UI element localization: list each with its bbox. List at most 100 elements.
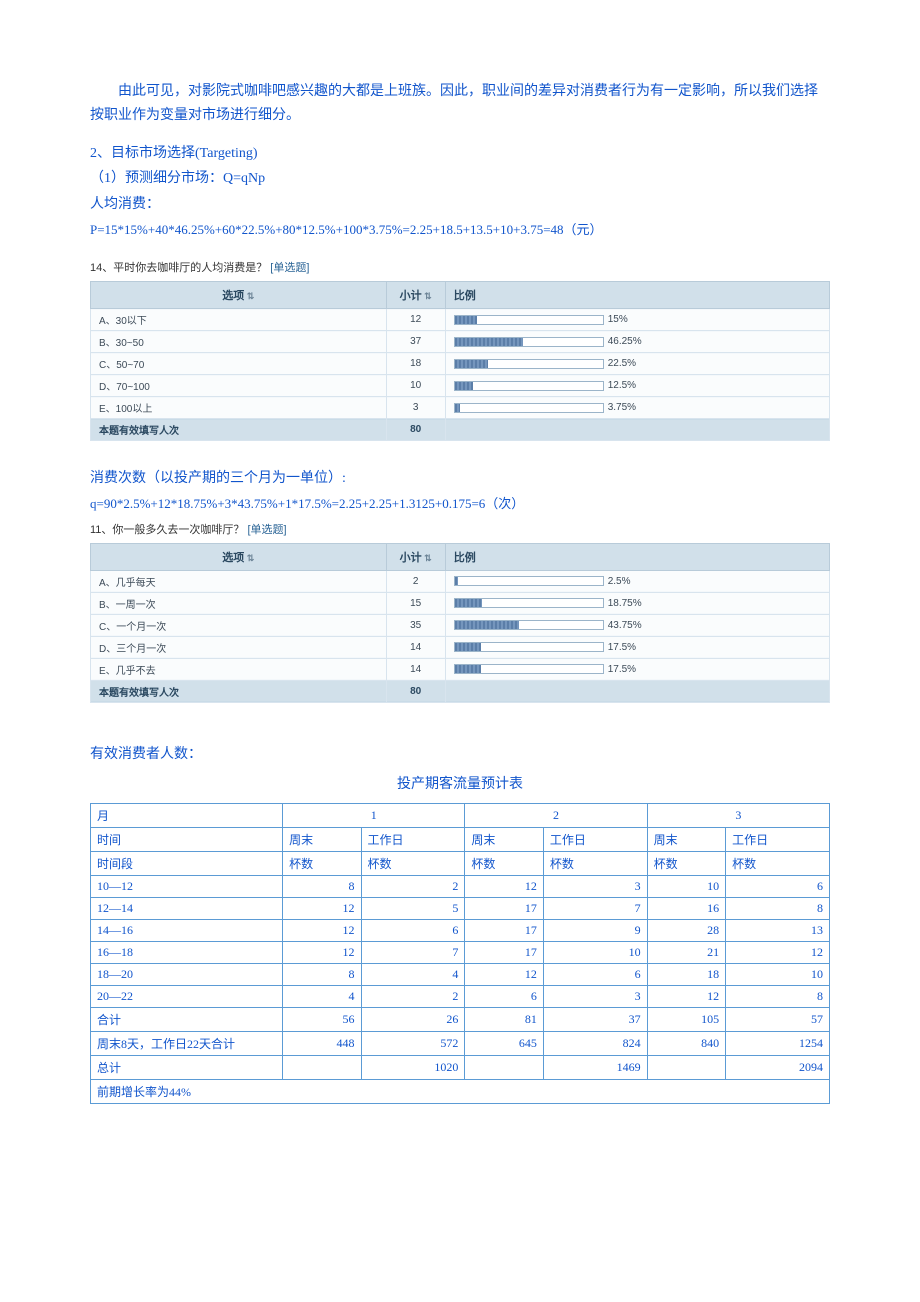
footer-blank bbox=[445, 680, 829, 702]
bar-outer bbox=[454, 598, 604, 608]
survey-row: C、一个月一次 35 43.75% bbox=[91, 614, 830, 636]
cups-cell: 3 bbox=[543, 985, 647, 1007]
survey-11-title: 11、你一般多久去一次咖啡厅？ [单选题] bbox=[90, 521, 830, 537]
cups: 杯数 bbox=[543, 851, 647, 875]
exp-val: 824 bbox=[543, 1031, 647, 1055]
survey-11-table: 选项 小计 比例 A、几乎每天 2 2.5% B、一周一次 15 bbox=[90, 543, 830, 703]
freq-heading: 消费次数（以投产期的三个月为一单位）: bbox=[90, 467, 830, 491]
bar-label: 2.5% bbox=[608, 576, 631, 587]
option-count: 37 bbox=[386, 331, 445, 353]
option-label: D、70~100 bbox=[91, 375, 387, 397]
cups-cell: 21 bbox=[647, 941, 725, 963]
survey-row: E、几乎不去 14 17.5% bbox=[91, 658, 830, 680]
option-count: 18 bbox=[386, 353, 445, 375]
col-count[interactable]: 小计 bbox=[386, 282, 445, 309]
bar-inner bbox=[455, 360, 488, 368]
cups-cell: 9 bbox=[543, 919, 647, 941]
exp-val: 572 bbox=[361, 1031, 465, 1055]
option-ratio: 46.25% bbox=[445, 331, 829, 353]
flow-row-growth: 前期增长率为44% bbox=[91, 1079, 830, 1103]
freq-formula: q=90*2.5%+12*18.75%+3*43.75%+1*17.5%=2.2… bbox=[90, 493, 830, 515]
option-label: B、30~50 bbox=[91, 331, 387, 353]
intro-paragraph: 由此可见，对影院式咖啡吧感兴趣的大都是上班族。因此，职业间的差异对消费者行为有一… bbox=[90, 80, 830, 128]
flow-data-row: 20—224263128 bbox=[91, 985, 830, 1007]
cups-cell: 18 bbox=[647, 963, 725, 985]
targeting-heading: 2、目标市场选择(Targeting) bbox=[90, 142, 830, 166]
cups-cell: 7 bbox=[361, 941, 465, 963]
segment-cell: 18—20 bbox=[91, 963, 283, 985]
wk2: 周末 bbox=[465, 827, 543, 851]
sum-val: 57 bbox=[726, 1007, 830, 1031]
bar-outer bbox=[454, 642, 604, 652]
footer-label: 本题有效填写人次 bbox=[91, 419, 387, 441]
survey-row: C、50~70 18 22.5% bbox=[91, 353, 830, 375]
exp-val: 448 bbox=[283, 1031, 361, 1055]
survey-14-title: 14、平时你去咖啡厅的人均消费是？ [单选题] bbox=[90, 259, 830, 275]
bar-label: 17.5% bbox=[608, 664, 636, 675]
month-2: 2 bbox=[465, 803, 647, 827]
cups-cell: 12 bbox=[465, 875, 543, 897]
option-ratio: 15% bbox=[445, 309, 829, 331]
survey-11-body: A、几乎每天 2 2.5% B、一周一次 15 18.75% bbox=[91, 570, 830, 680]
cups-cell: 6 bbox=[726, 875, 830, 897]
bar-label: 22.5% bbox=[608, 358, 636, 369]
flow-row-time: 时间 周末 工作日 周末 工作日 周末 工作日 bbox=[91, 827, 830, 851]
survey-row: A、30以下 12 15% bbox=[91, 309, 830, 331]
col-count[interactable]: 小计 bbox=[386, 543, 445, 570]
cups-cell: 5 bbox=[361, 897, 465, 919]
sum-val: 105 bbox=[647, 1007, 725, 1031]
col-ratio: 比例 bbox=[445, 282, 829, 309]
segment-label: 时间段 bbox=[91, 851, 283, 875]
wd1: 工作日 bbox=[361, 827, 465, 851]
flow-data-row: 18—20841261810 bbox=[91, 963, 830, 985]
bar-outer bbox=[454, 576, 604, 586]
bar-outer bbox=[454, 664, 604, 674]
bar-inner bbox=[455, 316, 477, 324]
option-count: 12 bbox=[386, 309, 445, 331]
total-val: 1469 bbox=[543, 1055, 647, 1079]
option-label: D、三个月一次 bbox=[91, 636, 387, 658]
survey-14-type-link[interactable]: [单选题] bbox=[270, 262, 309, 274]
bar-label: 3.75% bbox=[608, 402, 636, 413]
flow-data-row: 12—14125177168 bbox=[91, 897, 830, 919]
cups-cell: 3 bbox=[543, 875, 647, 897]
forecast-sub: （1）预测细分市场：Q=qNp bbox=[90, 167, 830, 191]
col-option[interactable]: 选项 bbox=[91, 282, 387, 309]
cups-cell: 13 bbox=[726, 919, 830, 941]
flow-data-row: 16—1812717102112 bbox=[91, 941, 830, 963]
total-val: 1020 bbox=[361, 1055, 465, 1079]
cups: 杯数 bbox=[647, 851, 725, 875]
option-label: C、50~70 bbox=[91, 353, 387, 375]
cups-cell: 4 bbox=[283, 985, 361, 1007]
footer-blank bbox=[445, 419, 829, 441]
consumers-heading: 有效消费者人数： bbox=[90, 743, 830, 767]
option-count: 15 bbox=[386, 592, 445, 614]
bar-label: 12.5% bbox=[608, 380, 636, 391]
survey-row: B、30~50 37 46.25% bbox=[91, 331, 830, 353]
survey-14-body: A、30以下 12 15% B、30~50 37 46.25% bbox=[91, 309, 830, 419]
bar-inner bbox=[455, 621, 520, 629]
bar-label: 46.25% bbox=[608, 336, 642, 347]
sum-label: 合计 bbox=[91, 1007, 283, 1031]
option-ratio: 3.75% bbox=[445, 397, 829, 419]
option-count: 2 bbox=[386, 570, 445, 592]
wd3: 工作日 bbox=[726, 827, 830, 851]
cups-cell: 6 bbox=[465, 985, 543, 1007]
option-label: C、一个月一次 bbox=[91, 614, 387, 636]
survey-14-title-text: 14、平时你去咖啡厅的人均消费是？ bbox=[90, 262, 267, 274]
total-val: 2094 bbox=[726, 1055, 830, 1079]
bar-outer bbox=[454, 315, 604, 325]
cups-cell: 12 bbox=[283, 897, 361, 919]
segment-cell: 12—14 bbox=[91, 897, 283, 919]
flow-row-sum: 合计 56 26 81 37 105 57 bbox=[91, 1007, 830, 1031]
cups-cell: 12 bbox=[647, 985, 725, 1007]
flow-data-row: 14—161261792813 bbox=[91, 919, 830, 941]
option-count: 3 bbox=[386, 397, 445, 419]
sum-val: 37 bbox=[543, 1007, 647, 1031]
option-count: 14 bbox=[386, 658, 445, 680]
survey-11-type-link[interactable]: [单选题] bbox=[247, 524, 286, 536]
option-label: A、30以下 bbox=[91, 309, 387, 331]
col-option[interactable]: 选项 bbox=[91, 543, 387, 570]
flow-row-segment: 时间段 杯数 杯数 杯数 杯数 杯数 杯数 bbox=[91, 851, 830, 875]
option-ratio: 2.5% bbox=[445, 570, 829, 592]
